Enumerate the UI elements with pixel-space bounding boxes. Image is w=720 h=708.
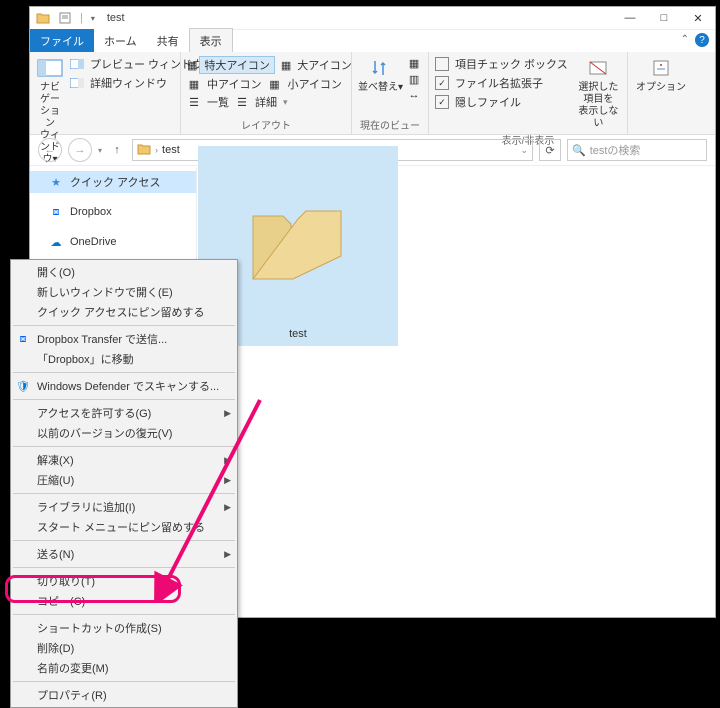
tab-file[interactable]: ファイル — [30, 29, 94, 52]
tab-home[interactable]: ホーム — [94, 29, 147, 52]
titlebar: | ▾ test — □ ✕ — [30, 7, 715, 30]
ctx-item[interactable]: スタート メニューにピン留めする — [11, 517, 237, 537]
folder-label: test — [289, 328, 307, 340]
qat-dropdown-icon[interactable]: ▾ — [91, 14, 95, 23]
path-dropdown-icon[interactable]: ⌄ — [520, 145, 528, 156]
ctx-item[interactable]: Windows Defender でスキャンする...🛡 — [11, 376, 237, 396]
ctx-item[interactable]: 送る(N)▶ — [11, 544, 237, 564]
minimize-button[interactable]: — — [613, 7, 647, 29]
refresh-button[interactable]: ⟳ — [539, 139, 561, 161]
layout-l-button[interactable]: 大アイコン — [297, 57, 351, 73]
ctx-item[interactable]: ショートカットの作成(S) — [11, 618, 237, 638]
ctx-item[interactable]: 「Dropbox」に移動 — [11, 349, 237, 369]
tab-view[interactable]: 表示 — [189, 28, 233, 52]
checkbox-hidden[interactable]: ✓ — [435, 95, 449, 109]
ctx-item[interactable]: プロパティ(R) — [11, 685, 237, 705]
tab-share[interactable]: 共有 — [147, 29, 189, 52]
ribbon-group-layout: ▦特大アイコン▦大アイコン ▦中アイコン▦小アイコン ☰一覧☰詳細▾ レイアウト — [181, 52, 352, 134]
submenu-arrow-icon: ▶ — [224, 502, 231, 513]
ctx-item[interactable]: ライブラリに追加(I)▶ — [11, 497, 237, 517]
submenu-arrow-icon: ▶ — [224, 408, 231, 419]
star-icon: ★ — [48, 174, 64, 190]
ctx-item[interactable]: 名前の変更(M) — [11, 658, 237, 678]
properties-icon[interactable] — [58, 11, 72, 25]
ctx-item[interactable]: クイック アクセスにピン留めする — [11, 302, 237, 322]
layout-m-button[interactable]: 中アイコン — [207, 76, 261, 92]
ribbon-group-label: 現在のビュー — [358, 117, 422, 132]
maximize-button[interactable]: □ — [647, 7, 681, 29]
ribbon-group-current: 並べ替え▾ ▦ ▥ ↔ 現在のビュー — [352, 52, 429, 134]
ctx-item[interactable]: 新しいウィンドウで開く(E) — [11, 282, 237, 302]
help-icon[interactable]: ? — [695, 33, 709, 47]
ctx-item[interactable]: Dropbox Transfer で送信...⧈ — [11, 329, 237, 349]
submenu-arrow-icon: ▶ — [224, 475, 231, 486]
ribbon: ナビゲーション ウィンドウ▾ プレビュー ウィンドウ 詳細ウィンドウ ペイン ▦… — [30, 52, 715, 135]
ribbon-group-label: レイアウト — [187, 117, 345, 132]
folder-icon — [36, 11, 50, 25]
defender-icon: 🛡 — [15, 378, 31, 394]
nav-quick-access[interactable]: ★クイック アクセス — [30, 171, 196, 193]
back-button[interactable]: ← — [38, 138, 62, 162]
sort-button[interactable]: 並べ替え▾ — [358, 56, 403, 94]
ribbon-group-options: オプション — [628, 52, 694, 134]
ctx-item[interactable]: 切り取り(T) — [11, 571, 237, 591]
ctx-item[interactable]: アクセスを許可する(G)▶ — [11, 403, 237, 423]
submenu-arrow-icon: ▶ — [224, 549, 231, 560]
ctx-item[interactable]: コピー(C) — [11, 591, 237, 611]
layout-s-button[interactable]: 小アイコン — [287, 76, 341, 92]
up-button[interactable]: ↑ — [108, 141, 126, 159]
cloud-icon: ☁ — [48, 234, 64, 250]
group-by-icon[interactable]: ▦ — [407, 56, 421, 70]
search-box[interactable]: 🔍 testの検索 — [567, 139, 707, 161]
checkbox-itemcheck[interactable] — [435, 57, 449, 71]
layout-detail-button[interactable]: 詳細 — [255, 94, 277, 110]
hide-selected-button[interactable]: 選択した項目を 表示しない — [576, 56, 621, 130]
checkbox-ext[interactable]: ✓ — [435, 76, 449, 90]
dropbox-icon: ⧈ — [15, 331, 31, 347]
close-button[interactable]: ✕ — [681, 7, 715, 29]
context-menu: 開く(O)新しいウィンドウで開く(E)クイック アクセスにピン留めする Dropb… — [10, 259, 238, 708]
layout-xl-button[interactable]: 特大アイコン — [199, 56, 274, 74]
history-dropdown-icon[interactable]: ▾ — [98, 146, 102, 155]
fit-column-icon[interactable]: ↔ — [407, 88, 421, 102]
ctx-item[interactable]: 以前のバージョンの復元(V) — [11, 423, 237, 443]
qat-divider: | — [80, 12, 83, 24]
ctx-item[interactable]: 削除(D) — [11, 638, 237, 658]
ribbon-group-showhide: 項目チェック ボックス ✓ファイル名拡張子 ✓隠しファイル 選択した項目を 表示… — [429, 52, 628, 134]
ribbon-group-pane: ナビゲーション ウィンドウ▾ プレビュー ウィンドウ 詳細ウィンドウ ペイン — [30, 52, 181, 134]
search-icon: 🔍 — [572, 144, 586, 157]
forward-button[interactable]: → — [68, 138, 92, 162]
nav-dropbox[interactable]: ⧈Dropbox — [30, 201, 196, 223]
collapse-ribbon-icon[interactable]: ⌃ — [681, 34, 689, 45]
nav-onedrive[interactable]: ☁OneDrive — [30, 231, 196, 253]
dropbox-icon: ⧈ — [48, 204, 64, 220]
ctx-item[interactable]: 解凍(X)▶ — [11, 450, 237, 470]
folder-large-icon — [238, 196, 358, 296]
search-placeholder: testの検索 — [590, 142, 641, 158]
path-segment[interactable]: test — [162, 144, 180, 156]
ribbon-tabs: ファイル ホーム 共有 表示 ⌃ ? — [30, 30, 715, 52]
folder-icon — [137, 143, 151, 158]
ctx-item[interactable]: 圧縮(U)▶ — [11, 470, 237, 490]
submenu-arrow-icon: ▶ — [224, 455, 231, 466]
layout-list-button[interactable]: 一覧 — [207, 94, 229, 110]
options-button[interactable]: オプション — [634, 56, 688, 94]
window-title: test — [101, 12, 613, 24]
add-column-icon[interactable]: ▥ — [407, 72, 421, 86]
ctx-item[interactable]: 開く(O) — [11, 262, 237, 282]
